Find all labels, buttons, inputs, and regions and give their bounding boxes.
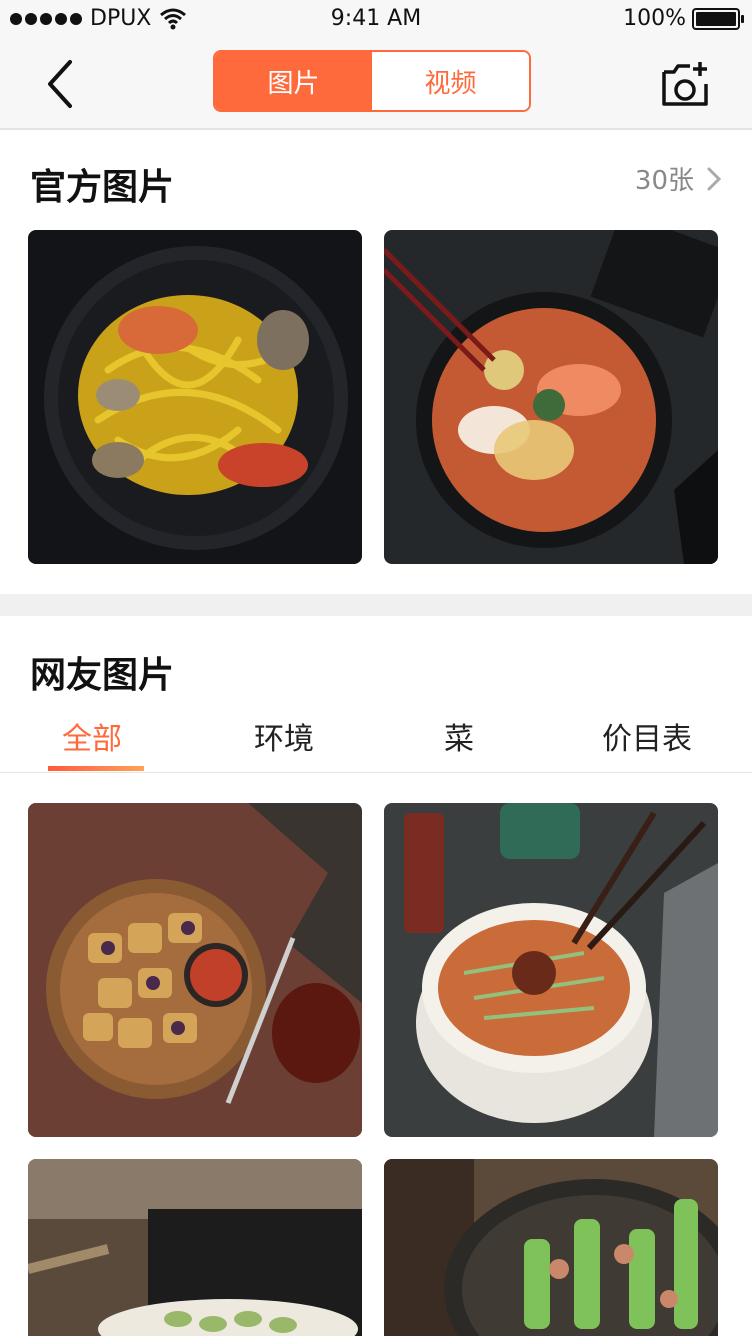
user-photo-greens[interactable] <box>384 1159 718 1336</box>
back-icon[interactable] <box>40 58 80 110</box>
navigation-bar: 图片 视频 <box>0 40 752 130</box>
pasta-image <box>28 230 362 564</box>
battery-icon <box>692 7 744 30</box>
greens-image <box>384 1159 718 1336</box>
chevron-right-icon <box>707 167 722 190</box>
tab-photos[interactable]: 图片 <box>215 52 372 110</box>
tab-environment[interactable]: 环境 <box>254 714 314 758</box>
active-tab-indicator <box>48 766 144 771</box>
user-photo-noodles[interactable] <box>384 803 718 1137</box>
official-photos-more[interactable]: 30张 <box>635 160 722 197</box>
user-photos-title: 网友图片 <box>30 655 175 696</box>
eggplant-image <box>28 803 362 1137</box>
media-segmented-control: 图片 视频 <box>213 50 531 112</box>
tab-menu[interactable]: 价目表 <box>602 714 692 758</box>
status-right: 100% <box>623 6 744 31</box>
noodles-image <box>384 803 718 1137</box>
tab-videos[interactable]: 视频 <box>372 52 529 110</box>
user-photo-eggplant[interactable] <box>28 803 362 1137</box>
edamame-image <box>28 1159 362 1336</box>
official-photos-title: 官方图片 <box>30 167 175 208</box>
user-photos-tabs: 全部 环境 菜 价目表 <box>0 700 752 773</box>
official-photo-pasta[interactable] <box>28 230 362 564</box>
official-photos-count: 30张 <box>634 166 694 196</box>
status-bar: DPUX 9:41 AM 100% <box>0 0 752 40</box>
add-photo-icon[interactable] <box>660 60 710 108</box>
battery-percent: 100% <box>623 6 686 31</box>
ramen-image <box>384 230 718 564</box>
official-photo-ramen[interactable] <box>384 230 718 564</box>
tab-all[interactable]: 全部 <box>62 714 122 758</box>
user-photo-edamame[interactable] <box>28 1159 362 1336</box>
section-divider <box>0 594 752 616</box>
tab-dishes[interactable]: 菜 <box>444 714 474 758</box>
